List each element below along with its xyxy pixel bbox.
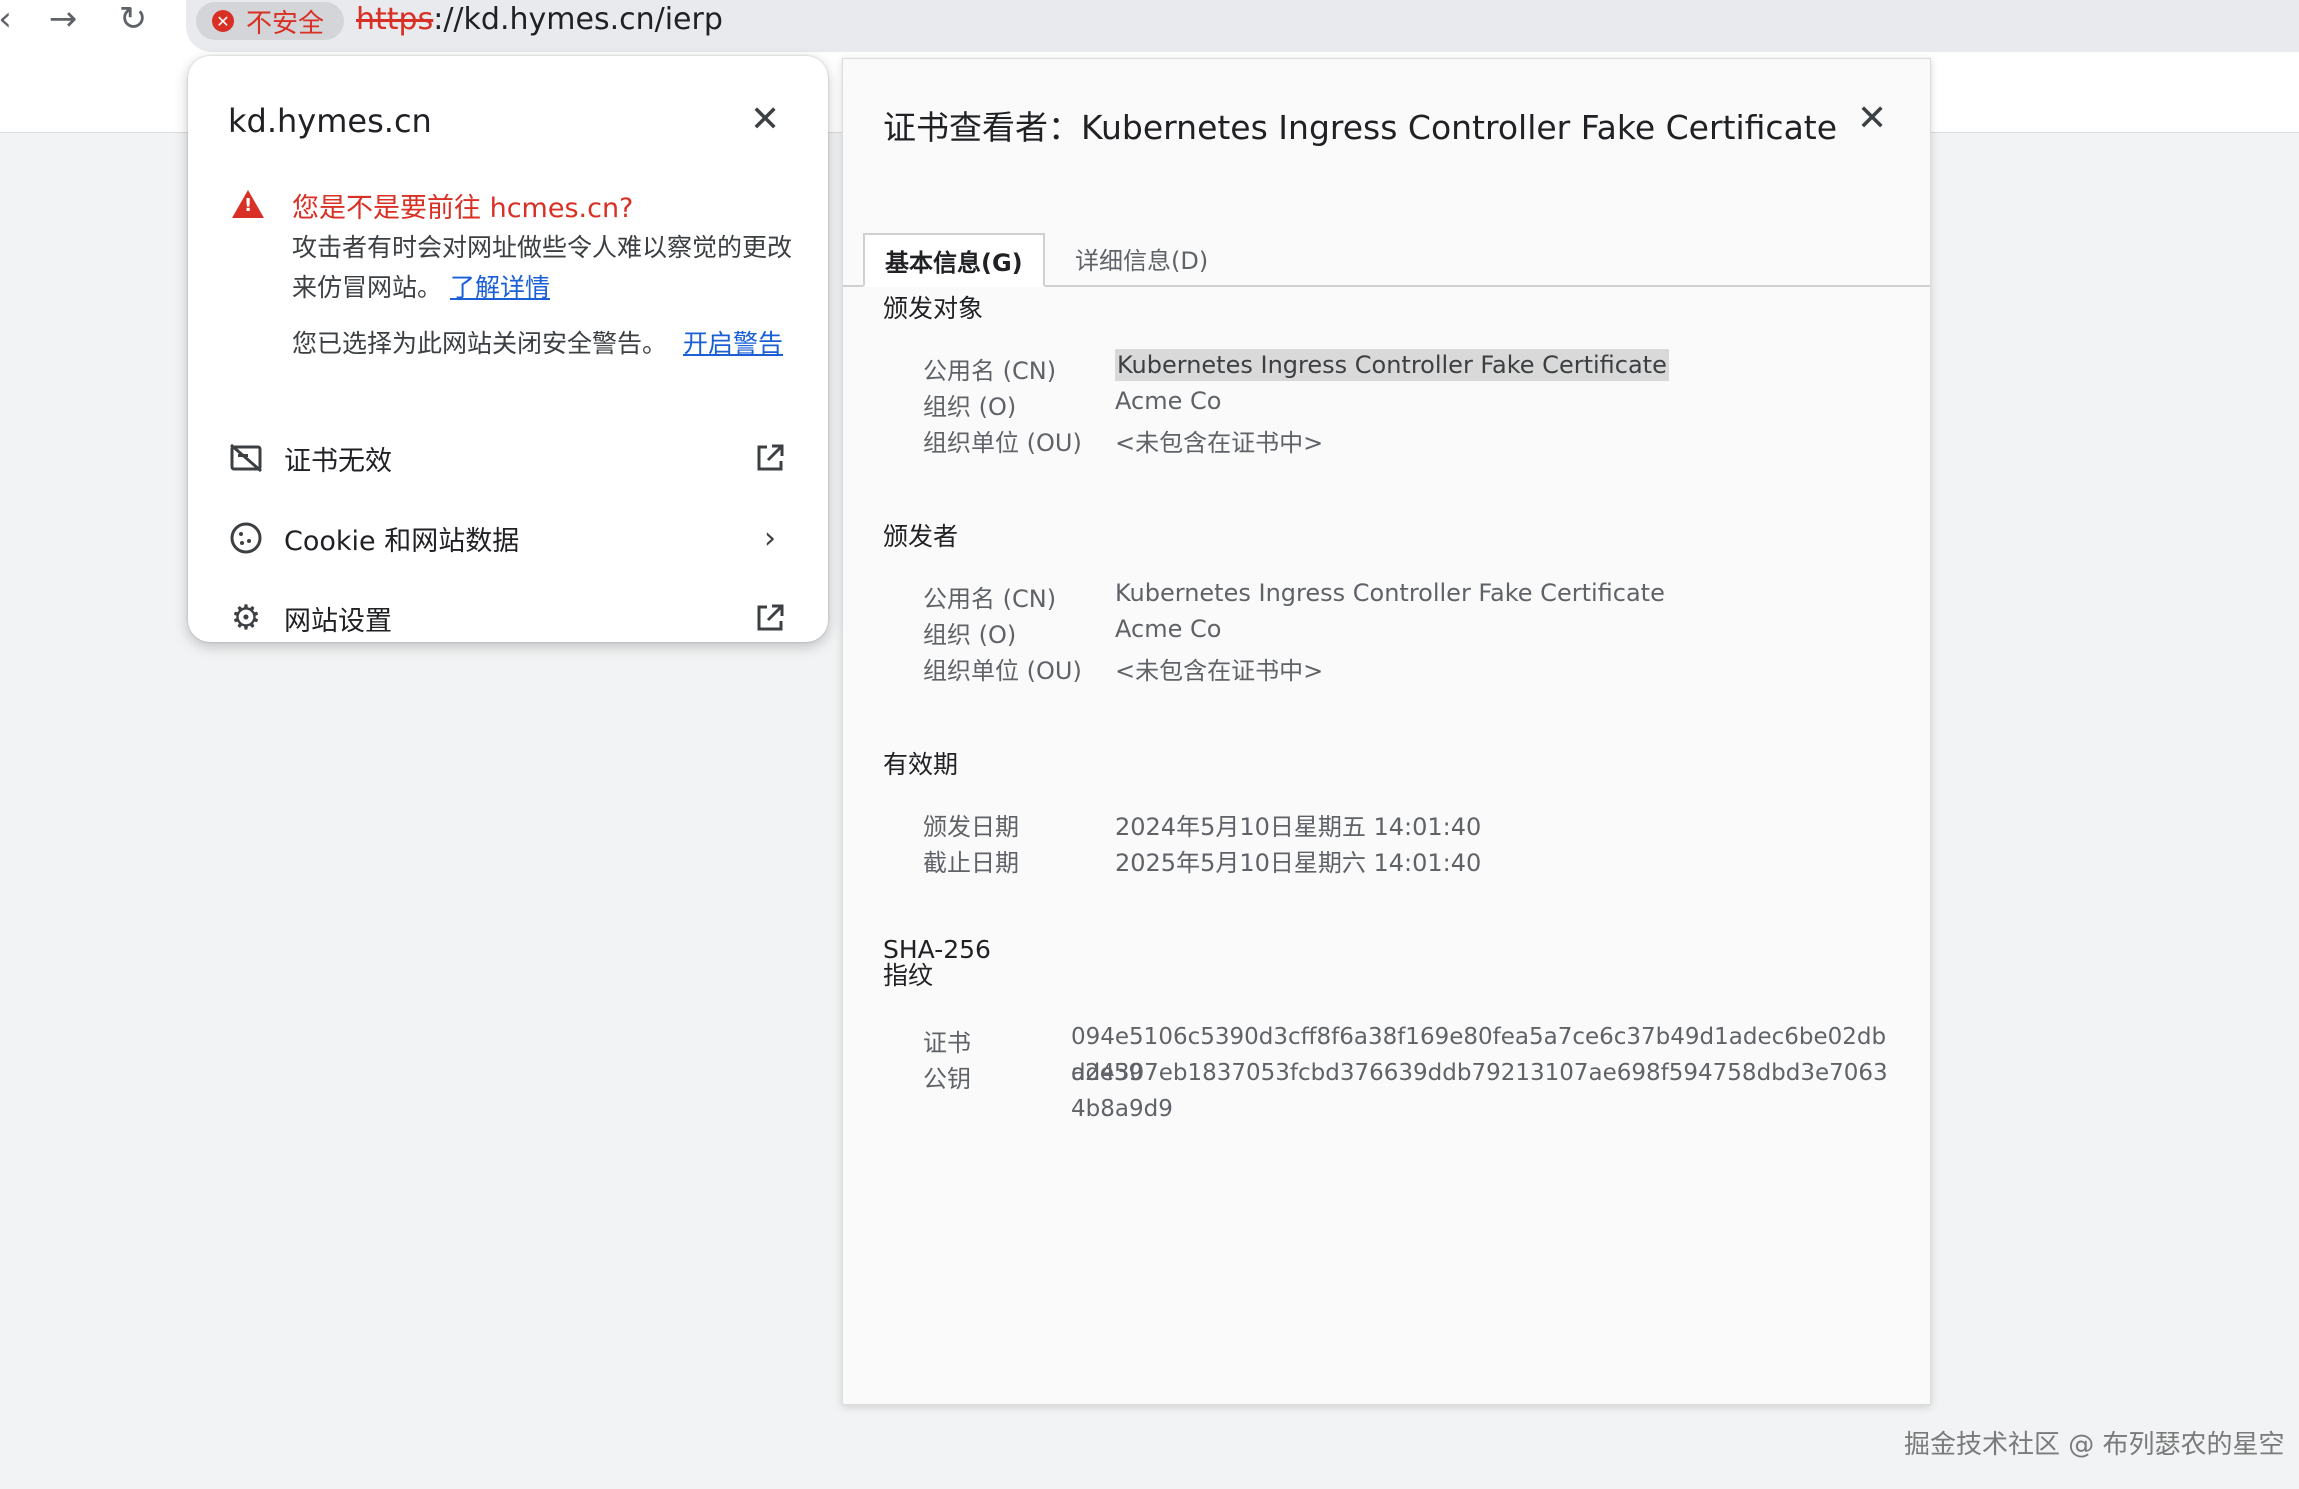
site-info-popup: kd.hymes.cn ✕ 您是不是要前往 hcmes.cn? 攻击者有时会对网… (188, 56, 828, 642)
menu-item-certificate[interactable]: 证书无效 (228, 430, 788, 486)
expires-label: 截止日期 (923, 849, 1019, 877)
validity-heading: 有效期 (883, 750, 959, 779)
warning-title: 您是不是要前往 hcmes.cn? (292, 193, 634, 224)
gear-icon: ⚙ (230, 598, 262, 638)
cert-viewer-title: 证书查看者：Kubernetes Ingress Controller Fake… (883, 108, 1838, 147)
forward-arrow-icon[interactable]: → (44, 0, 82, 39)
menu-item-site-settings[interactable]: ⚙ 网站设置 (228, 590, 788, 646)
fingerprint-pubkey-value: dd4307eb1837053fcbd376639ddb79213107ae69… (1071, 1060, 1888, 1122)
warning-optout: 您已选择为此网站关闭安全警告。 开启警告 (292, 324, 783, 360)
certificate-invalid-icon (228, 440, 264, 476)
url-rest: ://kd.hymes.cn/ierp (433, 1, 723, 37)
url-scheme: https (356, 1, 434, 37)
issued-label: 颁发日期 (923, 813, 1019, 841)
subject-cn-label: 公用名 (CN) (923, 357, 1057, 385)
reload-icon[interactable]: ↻ (114, 0, 152, 39)
issuer-o-label: 组织 (O) (923, 621, 1017, 649)
tab-general[interactable]: 基本信息(G) (863, 233, 1045, 287)
warning-icon (232, 190, 264, 218)
warning-body: 攻击者有时会对网址做些令人难以察觉的更改来仿冒网站。 了解详情 (292, 228, 792, 308)
close-icon[interactable]: ✕ (750, 102, 780, 138)
security-chip[interactable]: ✕ 不安全 (196, 2, 345, 40)
menu-item-label: Cookie 和网站数据 (284, 525, 520, 557)
tab-details[interactable]: 详细信息(D) (1055, 233, 1228, 283)
optout-text: 您已选择为此网站关闭安全警告。 (292, 329, 668, 358)
external-link-icon (752, 600, 788, 636)
not-secure-icon: ✕ (212, 10, 234, 32)
subject-heading: 颁发对象 (883, 294, 984, 323)
issuer-ou-label: 组织单位 (OU) (923, 657, 1082, 685)
subject-ou-label: 组织单位 (OU) (923, 429, 1082, 457)
external-link-icon (752, 440, 788, 476)
subject-cn-value[interactable]: Kubernetes Ingress Controller Fake Certi… (1115, 349, 1669, 381)
issued-value: 2024年5月10日星期五 14:01:40 (1115, 813, 1482, 841)
url-text[interactable]: https://kd.hymes.cn/ierp (356, 0, 723, 38)
subject-ou-value: <未包含在证书中> (1115, 429, 1324, 457)
issuer-heading: 颁发者 (883, 522, 959, 551)
cert-tabs: 基本信息(G) 详细信息(D) (843, 175, 1930, 287)
fingerprint-heading: SHA-256 指纹 (883, 935, 991, 990)
certificate-viewer: 证书查看者：Kubernetes Ingress Controller Fake… (842, 58, 1931, 1405)
watermark: 掘金技术社区 @ 布列瑟农的星空 (1904, 1430, 2285, 1460)
issuer-o-value: Acme Co (1115, 615, 1222, 643)
cookie-icon (228, 520, 264, 556)
subject-o-value: Acme Co (1115, 387, 1222, 415)
subject-o-label: 组织 (O) (923, 393, 1017, 421)
issuer-cn-label: 公用名 (CN) (923, 585, 1057, 613)
popup-host: kd.hymes.cn (228, 102, 432, 140)
issuer-cn-value: Kubernetes Ingress Controller Fake Certi… (1115, 579, 1665, 607)
menu-item-label: 证书无效 (284, 445, 392, 477)
chevron-right-icon: › (764, 520, 776, 556)
fingerprint-pubkey-label: 公钥 (923, 1065, 971, 1093)
fingerprint-cert-label: 证书 (923, 1029, 971, 1057)
menu-item-cookies[interactable]: Cookie 和网站数据 › (228, 510, 788, 566)
back-arrow-icon[interactable]: ‹ (0, 0, 12, 39)
issuer-ou-value: <未包含在证书中> (1115, 657, 1324, 685)
learn-more-link[interactable]: 了解详情 (450, 273, 550, 302)
security-chip-label: 不安全 (246, 8, 325, 39)
menu-item-label: 网站设置 (284, 605, 392, 637)
close-icon[interactable]: ✕ (1857, 101, 1887, 137)
enable-warnings-link[interactable]: 开启警告 (683, 329, 783, 358)
expires-value: 2025年5月10日星期六 14:01:40 (1115, 849, 1482, 877)
